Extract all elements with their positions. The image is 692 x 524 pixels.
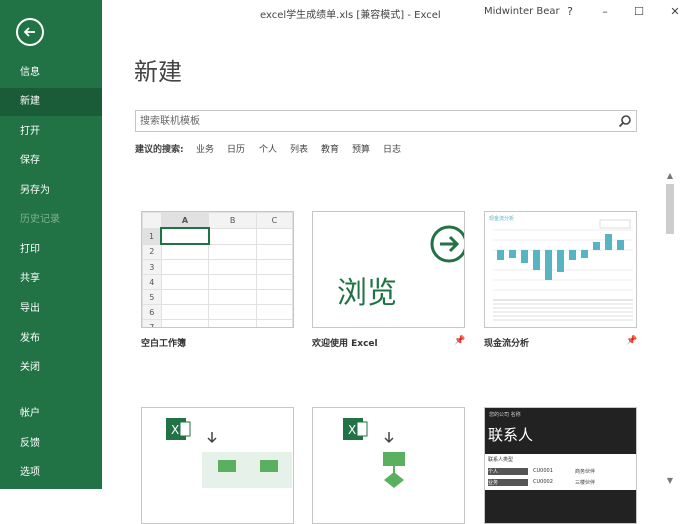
row-header: 1 [142, 227, 162, 245]
svg-text:X: X [348, 423, 356, 437]
search-icon[interactable] [618, 114, 632, 128]
browse-art-text: 浏览 [337, 276, 397, 311]
nav-export[interactable]: 导出 [0, 295, 102, 323]
row-header: 4 [142, 274, 162, 290]
template-blank-workbook[interactable]: A B C 1 2 3 4 5 6 7 [141, 211, 294, 328]
col-header: B [208, 212, 257, 229]
vertical-scrollbar[interactable]: ▲ ▼ [664, 170, 676, 489]
suggest-personal[interactable]: 个人 [259, 142, 277, 155]
page-title: 新建 [134, 58, 182, 86]
user-name[interactable]: Midwinter Bear [484, 6, 560, 17]
template-flowchart-2[interactable]: X [312, 407, 465, 524]
col-header: A [160, 212, 210, 229]
suggest-list[interactable]: 列表 [290, 142, 308, 155]
suggest-business[interactable]: 业务 [196, 142, 214, 155]
nav-close[interactable]: 关闭 [0, 354, 102, 382]
nav-options[interactable]: 选项 [0, 459, 102, 487]
nav-publish[interactable]: 发布 [0, 325, 102, 353]
col-header: C [255, 212, 293, 229]
excel-logo-icon: X [343, 418, 405, 488]
title-bar: excel学生成绩单.xls [兼容模式] - Excel Midwinter … [102, 0, 692, 24]
svg-text:X: X [171, 423, 179, 437]
template-flowchart-1[interactable]: X [141, 407, 294, 524]
forward-arrow-icon [430, 225, 464, 263]
contacts-header: 联系人 [488, 426, 534, 444]
template-welcome-excel[interactable]: 浏览 [312, 211, 465, 328]
nav-open[interactable]: 打开 [0, 118, 102, 146]
company-name: 您的公司 名称 [489, 412, 521, 418]
template-label: 空白工作簿 [141, 339, 187, 349]
template-label: 欢迎使用 Excel [312, 339, 378, 349]
search-input[interactable] [140, 113, 610, 129]
scroll-up-icon[interactable]: ▲ [664, 170, 676, 182]
nav-new[interactable]: 新建 [0, 88, 102, 116]
scroll-thumb[interactable] [666, 184, 674, 234]
contacts-col-head: 联系人类型 [488, 457, 514, 463]
contact-type: 业务 [488, 479, 528, 486]
excel-logo-icon: X [166, 418, 292, 488]
template-cash-flow[interactable]: 现金流分析 [484, 211, 637, 328]
pin-icon[interactable]: 📌 [626, 336, 637, 346]
nav-feedback[interactable]: 反馈 [0, 430, 102, 458]
minimize-button[interactable]: – [594, 3, 616, 21]
suggest-education[interactable]: 教育 [321, 142, 339, 155]
row-header: 6 [142, 304, 162, 320]
pin-icon[interactable]: 📌 [454, 336, 465, 346]
contact-name: 三楼伙伴 [575, 480, 596, 486]
template-label: 现金流分析 [484, 339, 530, 349]
suggest-calendar[interactable]: 日历 [227, 142, 245, 155]
backstage-sidebar: 信息 新建 打开 保存 另存为 历史记录 打印 共享 导出 发布 关闭 帐户 反… [0, 0, 102, 489]
row-header: 5 [142, 289, 162, 305]
nav-info[interactable]: 信息 [0, 59, 102, 87]
scroll-down-icon[interactable]: ▼ [664, 475, 676, 487]
suggest-budget[interactable]: 预算 [352, 142, 370, 155]
back-arrow-icon [23, 27, 35, 37]
suggest-journal[interactable]: 日志 [383, 142, 401, 155]
template-search [135, 110, 637, 132]
contact-id: CU0001 [533, 468, 553, 474]
contact-name: 商务伙伴 [575, 469, 596, 475]
nav-print[interactable]: 打印 [0, 236, 102, 264]
nav-history: 历史记录 [20, 214, 60, 225]
row-header: 2 [142, 243, 162, 260]
nav-account[interactable]: 帐户 [0, 400, 102, 428]
window-title: excel学生成绩单.xls [兼容模式] - Excel [260, 10, 441, 21]
contact-type: 个人 [488, 468, 528, 475]
close-button[interactable]: ✕ [664, 3, 686, 21]
nav-save-as[interactable]: 另存为 [0, 177, 102, 205]
suggested-label: 建议的搜索: [135, 145, 184, 155]
row-header: 3 [142, 259, 162, 275]
back-button[interactable] [16, 18, 44, 46]
row-header: 7 [142, 319, 162, 327]
cash-flow-chart [493, 219, 633, 321]
sheet-preview: A B C 1 2 3 4 5 6 7 [142, 212, 293, 327]
template-contacts[interactable]: 您的公司 名称 联系人 联系人类型 个人 业务 CU0001 CU0002 商务… [484, 407, 637, 524]
nav-save[interactable]: 保存 [0, 147, 102, 175]
help-button[interactable]: ? [559, 3, 581, 21]
nav-share[interactable]: 共享 [0, 265, 102, 293]
maximize-button[interactable]: ☐ [628, 3, 650, 21]
contact-id: CU0002 [533, 479, 553, 485]
